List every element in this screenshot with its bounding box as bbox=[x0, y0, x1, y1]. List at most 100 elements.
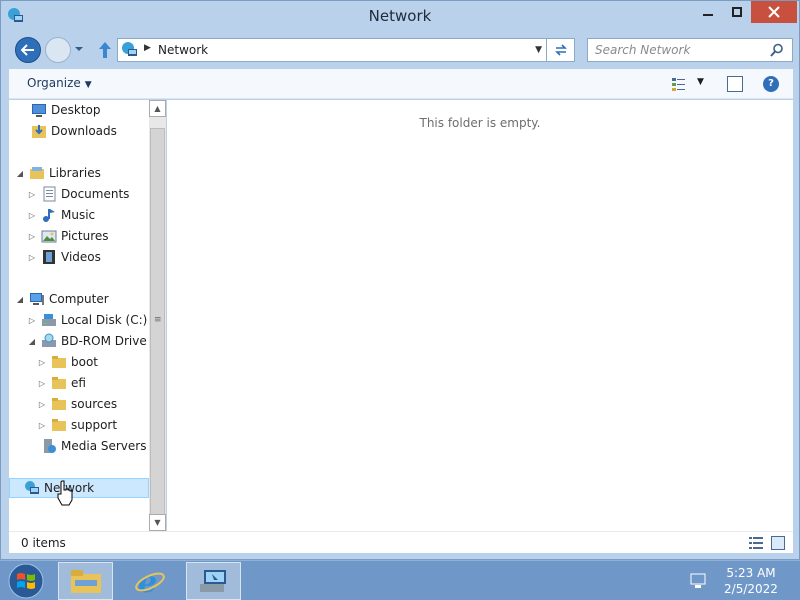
tree-item-downloads[interactable]: Downloads bbox=[27, 121, 117, 141]
expanded-arrow-icon[interactable]: ◢ bbox=[15, 295, 25, 304]
tree-item-media-servers[interactable]: Media Servers bbox=[37, 436, 146, 456]
tree-item-label: Documents bbox=[61, 187, 130, 201]
back-button[interactable] bbox=[15, 37, 41, 63]
tree-item-label: Local Disk (C:) bbox=[61, 313, 148, 327]
navigation-pane-scrollbar[interactable]: ▲ ≡ ▼ bbox=[149, 100, 166, 531]
tree-item-label: BD-ROM Drive (D:) bbox=[61, 334, 149, 348]
breadcrumb-separator-icon[interactable]: ▶ bbox=[144, 43, 151, 53]
tree-item-bd-rom-drive[interactable]: ◢ BD-ROM Drive (D:) bbox=[27, 331, 149, 351]
chevron-down-icon: ▼ bbox=[84, 80, 92, 90]
collapsed-arrow-icon[interactable]: ▷ bbox=[27, 232, 37, 241]
forward-button[interactable] bbox=[45, 37, 71, 63]
grip-icon: ≡ bbox=[154, 315, 162, 325]
details-view-icon[interactable] bbox=[749, 536, 763, 550]
taskbar-file-explorer[interactable] bbox=[58, 562, 113, 600]
collapsed-arrow-icon[interactable]: ▷ bbox=[27, 316, 37, 325]
search-input[interactable]: Search Network bbox=[587, 38, 793, 62]
tree-item-label: Media Servers bbox=[61, 439, 147, 453]
tree-item-folder-sources[interactable]: ▷ sources bbox=[37, 394, 117, 414]
media-servers-icon bbox=[44, 439, 56, 453]
clock-date: 2/5/2022 bbox=[724, 582, 778, 596]
clock-time: 5:23 AM bbox=[726, 566, 776, 580]
window-title: Network bbox=[368, 7, 432, 25]
tree-item-network[interactable]: Network bbox=[9, 478, 149, 498]
desktop-icon bbox=[32, 104, 46, 117]
close-icon bbox=[768, 6, 780, 18]
refresh-button[interactable] bbox=[547, 38, 575, 62]
empty-folder-message: This folder is empty. bbox=[419, 116, 541, 130]
tree-item-label: efi bbox=[71, 376, 86, 390]
help-icon[interactable]: ? bbox=[763, 76, 779, 92]
collapsed-arrow-icon[interactable]: ▷ bbox=[37, 400, 47, 409]
back-arrow-icon bbox=[21, 44, 34, 56]
libraries-icon bbox=[30, 167, 44, 179]
tree-item-label: sources bbox=[71, 397, 118, 411]
documents-icon bbox=[43, 186, 56, 202]
minimize-icon bbox=[703, 14, 713, 16]
scroll-down-icon[interactable]: ▼ bbox=[149, 514, 166, 531]
tree-item-documents[interactable]: ▷ Documents bbox=[27, 184, 129, 204]
start-button[interactable] bbox=[6, 563, 46, 599]
tree-item-local-disk[interactable]: ▷ Local Disk (C:) bbox=[27, 310, 147, 330]
folder-icon bbox=[52, 398, 66, 410]
scroll-up-icon[interactable]: ▲ bbox=[149, 100, 166, 117]
tree-item-computer[interactable]: ◢ Computer bbox=[15, 289, 109, 309]
organize-label: Organize bbox=[27, 76, 81, 90]
taskbar-network-app[interactable] bbox=[186, 562, 241, 600]
scrollbar-thumb[interactable]: ≡ bbox=[150, 128, 165, 523]
address-dropdown-icon[interactable]: ▼ bbox=[535, 45, 542, 55]
tree-item-libraries[interactable]: ◢ Libraries bbox=[15, 163, 101, 183]
tree-item-folder-efi[interactable]: ▷ efi bbox=[37, 373, 86, 393]
tree-item-label: Desktop bbox=[51, 103, 101, 117]
recent-locations-chevron-icon[interactable] bbox=[73, 43, 85, 55]
collapsed-arrow-icon[interactable]: ▷ bbox=[37, 358, 47, 367]
tree-item-label: Pictures bbox=[61, 229, 109, 243]
up-arrow-icon[interactable] bbox=[97, 41, 113, 59]
search-icon[interactable] bbox=[770, 43, 784, 57]
collapsed-arrow-icon[interactable]: ▷ bbox=[27, 253, 37, 262]
title-bar[interactable]: Network bbox=[1, 1, 799, 31]
tree-item-label: Music bbox=[61, 208, 96, 222]
collapsed-arrow-icon[interactable]: ▷ bbox=[37, 421, 47, 430]
system-clock[interactable]: 5:23 AM 2/5/2022 bbox=[716, 565, 786, 597]
address-bar[interactable]: ▶ Network ▼ bbox=[117, 38, 547, 62]
tree-item-pictures[interactable]: ▷ Pictures bbox=[27, 226, 109, 246]
refresh-icon bbox=[554, 44, 567, 56]
item-count: 0 items bbox=[21, 536, 66, 550]
maximize-button[interactable] bbox=[723, 1, 751, 23]
hand-cursor-icon bbox=[57, 480, 73, 506]
tree-item-folder-support[interactable]: ▷ support bbox=[37, 415, 117, 435]
large-icons-view-icon[interactable] bbox=[771, 536, 785, 550]
view-options-chevron-icon[interactable]: ▼ bbox=[697, 77, 704, 87]
close-button[interactable] bbox=[751, 1, 797, 23]
file-list-pane[interactable]: This folder is empty. bbox=[167, 100, 793, 531]
minimize-button[interactable] bbox=[693, 1, 723, 23]
network-icon bbox=[25, 481, 39, 494]
local-disk-icon bbox=[42, 314, 56, 326]
expanded-arrow-icon[interactable]: ◢ bbox=[15, 169, 25, 178]
collapsed-arrow-icon[interactable]: ▷ bbox=[37, 379, 47, 388]
network-icon bbox=[122, 42, 137, 56]
navigation-pane: Desktop Downloads ◢ Libraries ▷ Document… bbox=[9, 100, 149, 531]
organize-menu[interactable]: Organize ▼ bbox=[27, 76, 92, 90]
collapsed-arrow-icon[interactable]: ▷ bbox=[27, 211, 37, 220]
action-center-icon[interactable] bbox=[690, 573, 706, 589]
taskbar-internet-explorer[interactable]: e bbox=[122, 562, 177, 600]
tree-item-folder-boot[interactable]: ▷ boot bbox=[37, 352, 98, 372]
network-setup-icon bbox=[199, 570, 226, 592]
breadcrumb-network[interactable]: Network bbox=[158, 43, 208, 57]
tree-item-videos[interactable]: ▷ Videos bbox=[27, 247, 101, 267]
downloads-icon bbox=[32, 125, 46, 138]
music-icon bbox=[43, 209, 55, 222]
tree-item-desktop[interactable]: Desktop bbox=[27, 100, 101, 120]
tree-item-label: Videos bbox=[61, 250, 101, 264]
preview-pane-icon[interactable] bbox=[727, 76, 743, 92]
file-explorer-icon bbox=[70, 570, 101, 593]
maximize-icon bbox=[732, 7, 742, 17]
collapsed-arrow-icon[interactable]: ▷ bbox=[27, 190, 37, 199]
expanded-arrow-icon[interactable]: ◢ bbox=[27, 337, 37, 346]
tree-item-music[interactable]: ▷ Music bbox=[27, 205, 95, 225]
tree-item-label: boot bbox=[71, 355, 99, 369]
change-view-icon[interactable] bbox=[671, 76, 687, 92]
tree-item-label: Computer bbox=[49, 292, 109, 306]
